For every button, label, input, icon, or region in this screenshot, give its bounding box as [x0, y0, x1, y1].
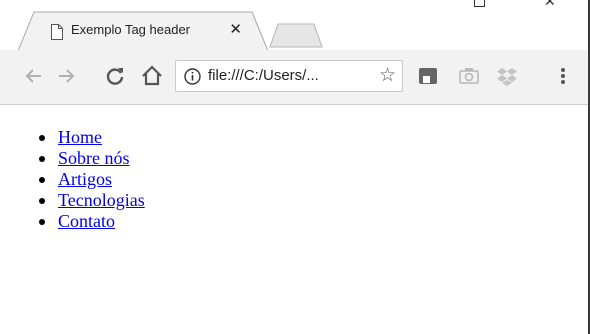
list-item-artigos: Artigos [39, 169, 145, 190]
window-close-icon[interactable]: ✕ [544, 0, 558, 8]
document-icon [51, 24, 63, 40]
browser-toolbar: file:///C:/Users/... ☆ [0, 50, 588, 105]
home-icon[interactable] [138, 62, 166, 90]
menu-icon[interactable] [549, 62, 577, 90]
bullet [39, 198, 45, 204]
dropbox-icon[interactable] [493, 62, 521, 90]
bullet [39, 135, 45, 141]
info-icon[interactable] [184, 68, 201, 85]
bullet [39, 219, 45, 225]
page-content: Home Sobre nós Artigos Tecnologias Conta… [0, 105, 588, 334]
address-bar[interactable]: file:///C:/Users/... ☆ [175, 60, 403, 92]
browser-window: ✕ Exemplo Tag header ✕ file:///C:/Users/… [0, 0, 590, 334]
list-item-sobre-nos: Sobre nós [39, 148, 145, 169]
tab-title: Exemplo Tag header [71, 22, 191, 37]
nav-list: Home Sobre nós Artigos Tecnologias Conta… [39, 127, 145, 232]
url-text[interactable]: file:///C:/Users/... [208, 67, 319, 84]
bullet [39, 177, 45, 183]
bookmark-star-icon[interactable]: ☆ [379, 64, 396, 87]
reload-icon[interactable] [101, 62, 129, 90]
extension-icon[interactable] [414, 62, 442, 90]
list-item-home: Home [39, 127, 145, 148]
link-sobre-nos[interactable]: Sobre nós [58, 148, 130, 168]
camera-icon[interactable] [455, 62, 483, 90]
active-tab[interactable]: Exemplo Tag header ✕ [16, 11, 268, 51]
list-item-tecnologias: Tecnologias [39, 190, 145, 211]
bullet [39, 156, 45, 162]
link-artigos[interactable]: Artigos [58, 169, 112, 189]
new-tab-button[interactable] [268, 22, 324, 48]
link-contato[interactable]: Contato [58, 211, 115, 231]
tab-close-icon[interactable]: ✕ [229, 20, 242, 38]
list-item-contato: Contato [39, 211, 145, 232]
back-icon[interactable] [20, 62, 48, 90]
link-home[interactable]: Home [58, 127, 102, 147]
forward-icon[interactable] [52, 62, 80, 90]
tab-strip: ✕ Exemplo Tag header ✕ [0, 0, 588, 51]
restore-icon[interactable] [472, 0, 486, 8]
link-tecnologias[interactable]: Tecnologias [58, 190, 145, 210]
